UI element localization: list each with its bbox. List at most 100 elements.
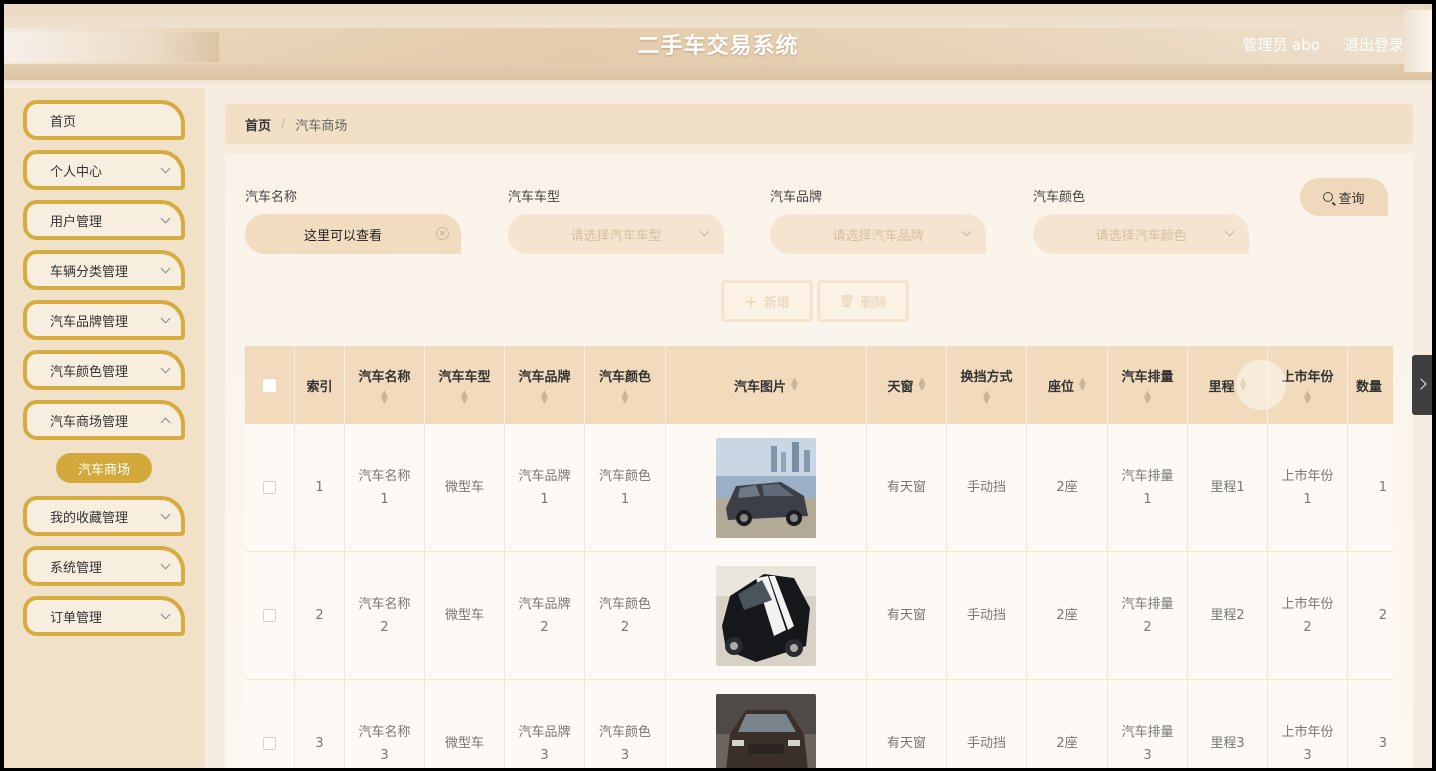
cell-brand-num: 1 — [540, 491, 549, 507]
table-row[interactable]: 3 汽车名称 3 微型车 汽车品牌 3 汽车颜色 3 有天窗 手动挡 2座 汽车… — [245, 680, 1393, 768]
trash-icon: 🗑 — [839, 294, 855, 308]
car-color-select[interactable]: 请选择汽车颜色 — [1033, 214, 1249, 254]
chevron-down-icon — [160, 363, 171, 374]
cell-year-num: 2 — [1303, 619, 1312, 635]
sidebar-item-favorites[interactable]: 我的收藏管理 — [23, 496, 185, 536]
chevron-down-icon — [1224, 226, 1235, 237]
query-button[interactable]: 查询 — [1300, 178, 1388, 216]
sidebar-item-label: 个人中心 — [50, 164, 103, 180]
sidebar-item-orders[interactable]: 订单管理 — [23, 596, 185, 636]
logout-link[interactable]: 退出登录 — [1344, 34, 1404, 55]
sort-icon[interactable]: ▲ ▼ — [919, 377, 926, 393]
col-sunroof-label: 天窗 — [887, 379, 914, 395]
sort-icon[interactable]: ▲ ▼ — [622, 389, 629, 405]
sidebar-item-personal-center[interactable]: 个人中心 — [23, 150, 185, 190]
admin-user-label[interactable]: 管理员 abo — [1242, 34, 1320, 55]
col-type-label: 汽车车型 — [438, 369, 491, 385]
cell-year-text: 上市年份 — [1281, 596, 1334, 612]
col-name[interactable]: 汽车名称 ▲ ▼ — [345, 346, 425, 424]
sidebar-item-vehicle-category[interactable]: 车辆分类管理 — [23, 250, 185, 290]
breadcrumb-home[interactable]: 首页 — [245, 115, 271, 134]
sidebar-item-label: 汽车商场管理 — [50, 414, 129, 430]
car-name-input[interactable]: 这里可以查看 ✕ — [245, 214, 461, 254]
cell-brand-num: 3 — [540, 747, 549, 763]
sort-icon[interactable]: ▲ ▼ — [791, 377, 798, 393]
sort-icon[interactable]: ▲ ▼ — [381, 389, 388, 405]
table-row[interactable]: 1 汽车名称 1 微型车 汽车品牌 1 汽车颜色 1 有天窗 手动挡 2座 汽车… — [245, 424, 1393, 552]
cell-color-num: 2 — [620, 619, 630, 635]
cell-mileage: 里程2 — [1188, 552, 1268, 680]
cell-year: 上市年份 3 — [1268, 680, 1348, 768]
cell-year-text: 上市年份 — [1281, 468, 1334, 484]
row-checkbox[interactable] — [263, 609, 276, 622]
cell-index: 3 — [295, 680, 345, 768]
col-type[interactable]: 汽车车型 ▲ ▼ — [425, 346, 505, 424]
col-sunroof[interactable]: 天窗 ▲ ▼ — [867, 346, 947, 424]
add-button[interactable]: + 新增 — [721, 280, 813, 322]
cell-name-text: 汽车名称 — [358, 724, 411, 740]
sort-icon[interactable]: ▲ ▼ — [1144, 389, 1151, 405]
col-image[interactable]: 汽车图片 ▲ ▼ — [666, 346, 867, 424]
car-table: 索引 汽车名称 ▲ ▼ 汽车车型 ▲ ▼ 汽车品牌 ▲ ▼ 汽车颜色 ▲ ▼ 汽车图片 ▲ ▼ 天窗… — [245, 346, 1393, 768]
cell-gear: 手动挡 — [947, 424, 1027, 552]
cell-image — [666, 680, 867, 768]
car-type-select[interactable]: 请选择汽车车型 — [508, 214, 724, 254]
chevron-down-icon — [160, 559, 171, 570]
col-quantity[interactable]: 数量 — [1348, 346, 1393, 424]
delete-button[interactable]: 🗑 删除 — [817, 280, 909, 322]
cell-sunroof: 有天窗 — [867, 552, 947, 680]
cursor-highlight — [1236, 360, 1286, 410]
sidebar-subitem-car-mall[interactable]: 汽车商场 — [56, 453, 152, 483]
col-color[interactable]: 汽车颜色 ▲ ▼ — [585, 346, 666, 424]
row-checkbox[interactable] — [263, 737, 276, 750]
cell-seats: 2座 — [1027, 424, 1108, 552]
select-all-checkbox[interactable] — [263, 378, 276, 392]
app-title: 二手车交易系统 — [637, 34, 799, 59]
chevron-down-icon — [160, 263, 171, 274]
cell-disp-text: 汽车排量 — [1121, 724, 1174, 740]
col-brand[interactable]: 汽车品牌 ▲ ▼ — [505, 346, 585, 424]
sort-icon[interactable]: ▲ ▼ — [461, 389, 468, 405]
sidebar-item-label: 用户管理 — [50, 214, 103, 230]
chevron-down-icon — [961, 226, 972, 237]
scroll-right-arrow[interactable] — [1412, 355, 1432, 415]
col-gear[interactable]: 换挡方式 ▲ ▼ — [947, 346, 1027, 424]
car-photo-brown-sedan[interactable] — [716, 693, 816, 768]
cell-brand-text: 汽车品牌 — [518, 596, 571, 612]
sidebar-item-color-management[interactable]: 汽车颜色管理 — [23, 350, 185, 390]
cell-year: 上市年份 2 — [1268, 552, 1348, 680]
col-index-label: 索引 — [306, 379, 333, 395]
car-brand-select[interactable]: 请选择汽车品牌 — [770, 214, 986, 254]
cell-year-num: 1 — [1303, 491, 1312, 507]
sidebar-item-system[interactable]: 系统管理 — [23, 546, 185, 586]
col-displacement[interactable]: 汽车排量 ▲ ▼ — [1108, 346, 1188, 424]
sidebar: 首页 个人中心 用户管理 车辆分类管理 汽车品牌管理 汽车颜色管理 汽车商场管理… — [4, 88, 205, 768]
sort-icon[interactable]: ▲ ▼ — [541, 389, 548, 405]
sidebar-item-label: 我的收藏管理 — [50, 510, 129, 526]
sort-icon[interactable]: ▲ ▼ — [1079, 377, 1086, 393]
sidebar-item-home[interactable]: 首页 — [23, 100, 185, 140]
row-checkbox[interactable] — [263, 481, 276, 494]
car-photo-gray-sedan[interactable] — [716, 437, 816, 538]
sort-icon[interactable]: ▲ ▼ — [1304, 389, 1311, 405]
chevron-down-icon — [160, 509, 171, 520]
col-brand-label: 汽车品牌 — [518, 369, 571, 385]
delete-button-label: 删除 — [860, 295, 887, 311]
cell-color: 汽车颜色 2 — [585, 552, 666, 680]
cell-image — [666, 424, 867, 552]
col-seats[interactable]: 座位 ▲ ▼ — [1027, 346, 1108, 424]
chevron-down-icon — [160, 163, 171, 174]
sidebar-item-user-management[interactable]: 用户管理 — [23, 200, 185, 240]
sidebar-item-brand-management[interactable]: 汽车品牌管理 — [23, 300, 185, 340]
filter-label-color: 汽车颜色 — [1033, 190, 1086, 205]
table-row[interactable]: 2 汽车名称 2 微型车 汽车品牌 2 汽车颜色 2 有天窗 手动挡 2座 汽车… — [245, 552, 1393, 680]
car-photo-black-muscle[interactable] — [716, 565, 816, 666]
sidebar-item-mall-management[interactable]: 汽车商场管理 — [23, 400, 185, 440]
col-index: 索引 — [295, 346, 345, 424]
cell-brand-num: 2 — [540, 619, 549, 635]
col-image-label: 汽车图片 — [734, 379, 787, 395]
cell-color-text: 汽车颜色 — [598, 724, 651, 740]
col-seats-label: 座位 — [1048, 379, 1075, 395]
sort-icon[interactable]: ▲ ▼ — [983, 389, 990, 405]
clear-icon[interactable]: ✕ — [436, 227, 449, 240]
